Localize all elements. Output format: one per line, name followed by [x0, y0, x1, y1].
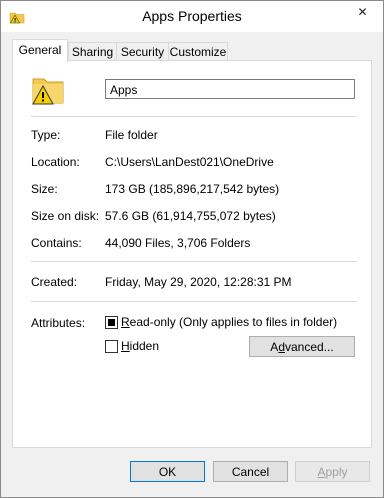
type-label: Type:	[31, 128, 61, 142]
size-on-disk-value: 57.6 GB (61,914,755,072 bytes)	[105, 209, 276, 223]
advanced-text: vanced...	[285, 340, 334, 354]
tab-security-label: Security	[120, 45, 165, 59]
contains-label: Contains:	[31, 236, 82, 250]
tab-sharing-label: Sharing	[71, 45, 114, 59]
tab-sharing[interactable]: Sharing	[68, 42, 117, 61]
location-value: C:\Users\LanDest021\OneDrive	[105, 155, 274, 169]
properties-dialog: Apps Properties ✕ General Sharing Securi…	[0, 0, 384, 498]
folder-warning-icon	[32, 78, 64, 105]
tab-general-label: General	[18, 43, 62, 57]
size-label: Size:	[31, 182, 58, 196]
general-panel: Apps Type: File folder Location: C:\User…	[12, 60, 372, 448]
separator	[31, 301, 357, 302]
apply-button[interactable]: Apply	[295, 461, 370, 482]
type-value: File folder	[105, 128, 158, 142]
size-value: 173 GB (185,896,217,542 bytes)	[105, 182, 280, 196]
hidden-accel: H	[121, 339, 130, 353]
created-label: Created:	[31, 275, 78, 289]
readonly-label[interactable]: Read-only (Only applies to files in fold…	[121, 315, 337, 329]
ok-button[interactable]: OK	[130, 461, 205, 482]
size-on-disk-label: Size on disk:	[31, 209, 100, 223]
separator	[31, 116, 357, 117]
location-label: Location:	[31, 155, 80, 169]
tab-customize-label: Customize	[169, 45, 227, 59]
title-bar: Apps Properties ✕	[1, 1, 383, 32]
hidden-text: idden	[129, 339, 160, 353]
close-icon: ✕	[357, 4, 368, 19]
hidden-label[interactable]: Hidden	[121, 339, 159, 353]
created-value: Friday, May 29, 2020, 12:28:31 PM	[105, 275, 292, 289]
advanced-accel: d	[278, 340, 285, 354]
tab-customize[interactable]: Customize	[168, 42, 228, 61]
window-title: Apps Properties	[142, 8, 242, 24]
apply-accel: A	[317, 465, 326, 479]
contains-value: 44,090 Files, 3,706 Folders	[105, 236, 251, 250]
folder-name-field[interactable]: Apps	[105, 79, 355, 99]
tab-security[interactable]: Security	[116, 42, 169, 61]
apply-text: pply	[325, 465, 348, 479]
advanced-button[interactable]: Advanced...	[249, 336, 355, 357]
separator	[31, 261, 357, 262]
close-button[interactable]: ✕	[349, 2, 376, 21]
readonly-text: ead-only (Only applies to files in folde…	[129, 315, 338, 329]
readonly-accel: R	[121, 315, 130, 329]
cancel-button[interactable]: Cancel	[213, 461, 288, 482]
indeterminate-mark	[108, 319, 115, 326]
attributes-label: Attributes:	[31, 316, 86, 330]
tab-general[interactable]: General	[12, 39, 68, 62]
hidden-checkbox[interactable]	[105, 340, 118, 353]
readonly-checkbox[interactable]	[105, 316, 118, 329]
